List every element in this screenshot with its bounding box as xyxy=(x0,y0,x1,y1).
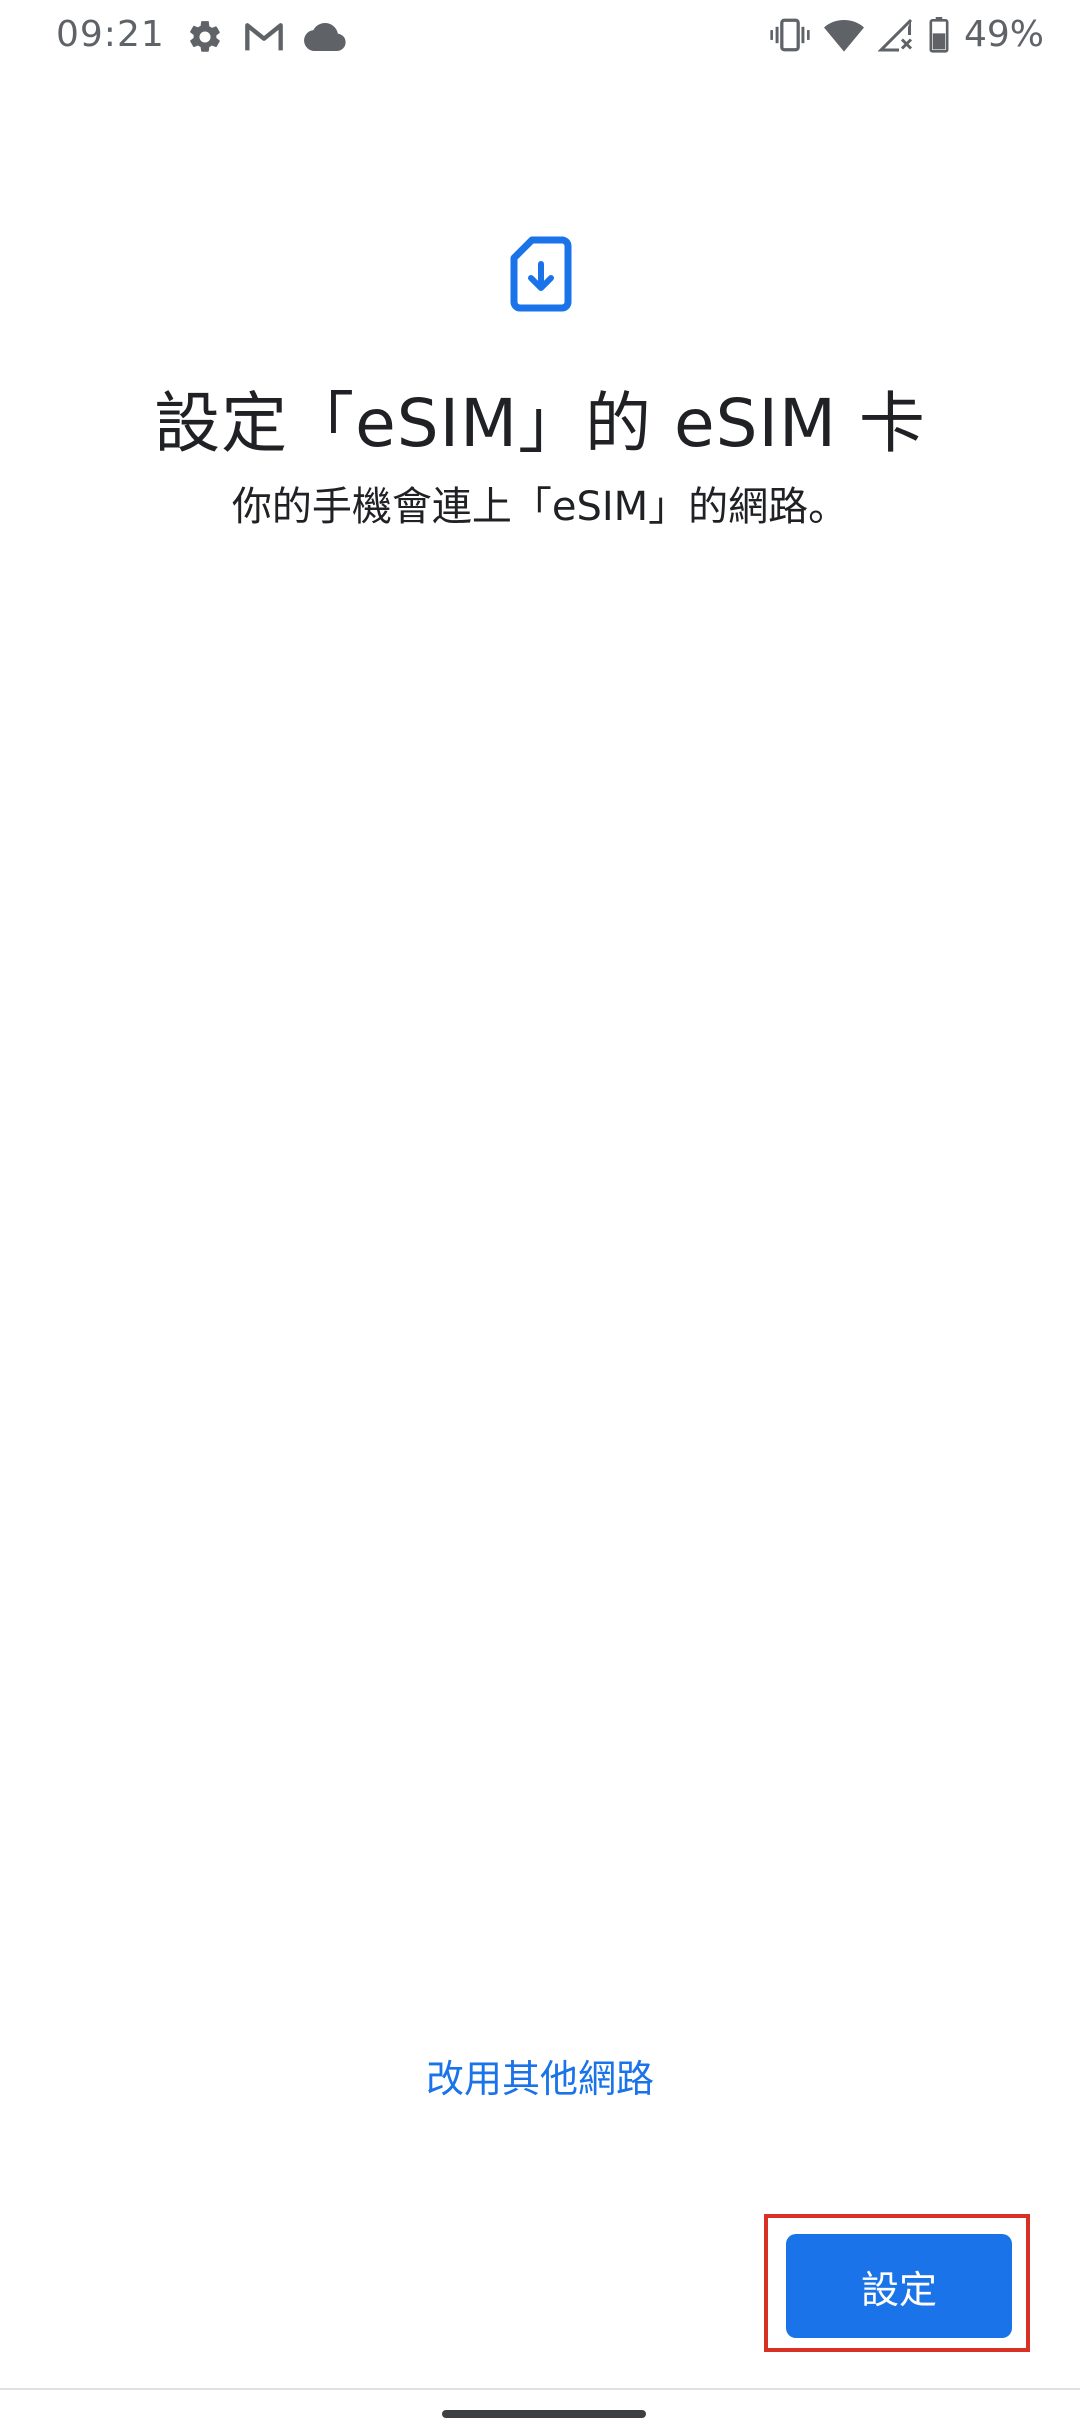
battery-icon xyxy=(928,16,950,53)
esim-download-icon xyxy=(510,236,572,312)
status-right-icons: 49% xyxy=(770,14,1044,55)
page-title: 設定「eSIM」的 eSIM 卡 xyxy=(154,385,926,462)
nav-divider xyxy=(0,2388,1080,2390)
wifi-icon xyxy=(823,18,864,52)
page-subtitle: 你的手機會連上「eSIM」的網路。 xyxy=(231,484,849,530)
gear-icon xyxy=(186,18,224,56)
vibrate-icon xyxy=(770,17,810,53)
esim-setup-screen: 09:21 49% 設定「eSIM」的 eSIM 卡 你的手機會連上「eSIM」… xyxy=(0,0,1080,2432)
gmail-icon xyxy=(244,20,284,54)
status-bar: 09:21 49% xyxy=(0,0,1080,72)
battery-percent: 49% xyxy=(963,14,1044,55)
signal-off-icon xyxy=(877,17,914,53)
setup-button[interactable]: 設定 xyxy=(786,2234,1012,2338)
cloud-icon xyxy=(304,22,346,52)
gesture-nav-handle[interactable] xyxy=(442,2410,646,2418)
status-left-icons xyxy=(186,18,346,56)
use-other-network-link[interactable]: 改用其他網路 xyxy=(0,2048,1080,2103)
status-time: 09:21 xyxy=(56,14,165,55)
